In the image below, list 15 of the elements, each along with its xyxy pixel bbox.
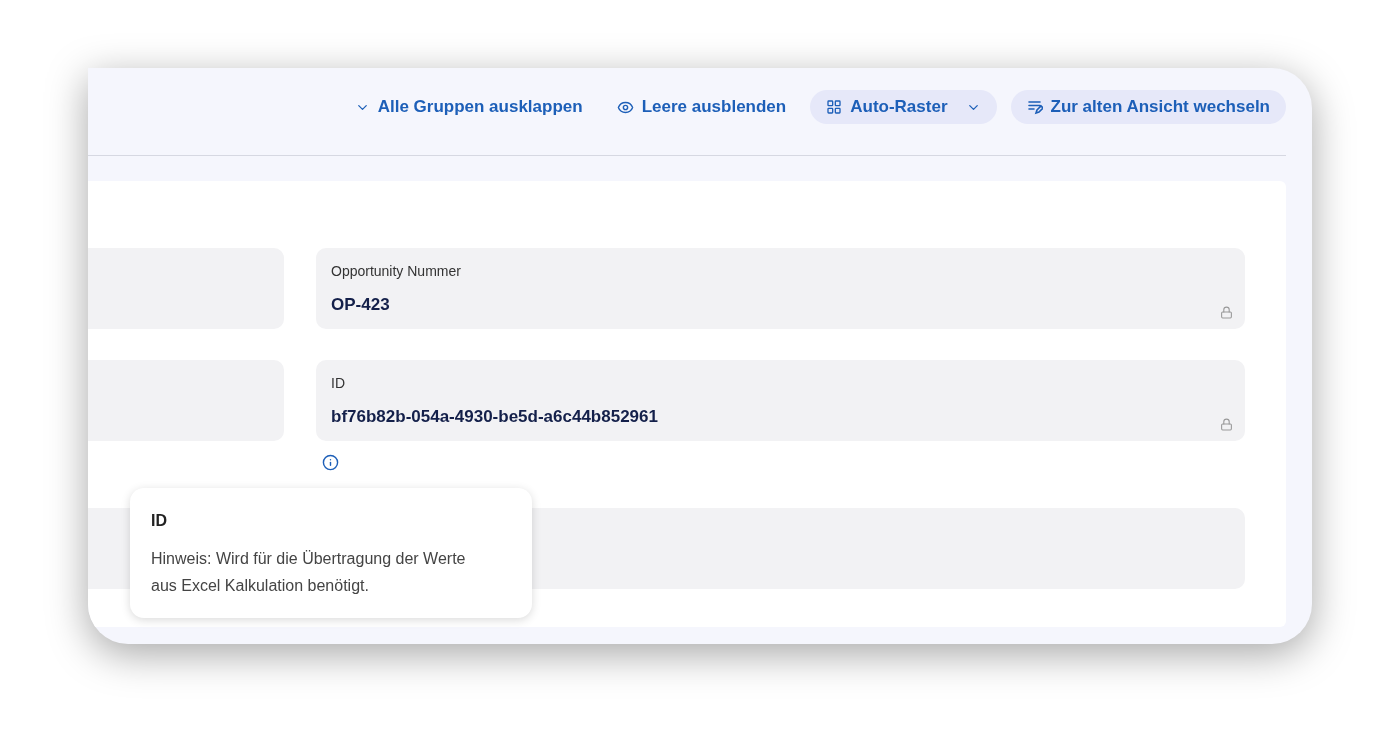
list-pencil-icon — [1026, 99, 1043, 115]
toolbar-button[interactable]: Zur alten Ansicht wechseln — [1010, 90, 1286, 124]
input-field[interactable]: Opportunity Nummer OP-423 — [316, 248, 1245, 329]
field-label: ID — [331, 374, 346, 393]
tooltip-text: Hinweis: Wird für die Übertragung der Werte aus Excel Kalkulation benötigt. — [151, 549, 467, 596]
info-icon[interactable] — [322, 454, 339, 471]
field-value: bf76b82b-054a-4930-be5d-a6c44b852961 — [331, 406, 659, 428]
input-field[interactable]: ID bf76b82b-054a-4930-be5d-a6c44b852961 — [316, 360, 1245, 441]
grid-icon — [826, 99, 843, 115]
toolbar-link[interactable]: Alle Gruppen ausklappen — [344, 90, 593, 124]
toolbar-button[interactable]: Auto-Raster — [810, 90, 997, 124]
field-label: Opportunity Nummer — [331, 262, 462, 281]
field-value: OP-423 — [331, 294, 391, 316]
toolbar-link[interactable]: Leere ausblenden — [606, 90, 797, 124]
tooltip-title: ID — [151, 511, 168, 531]
